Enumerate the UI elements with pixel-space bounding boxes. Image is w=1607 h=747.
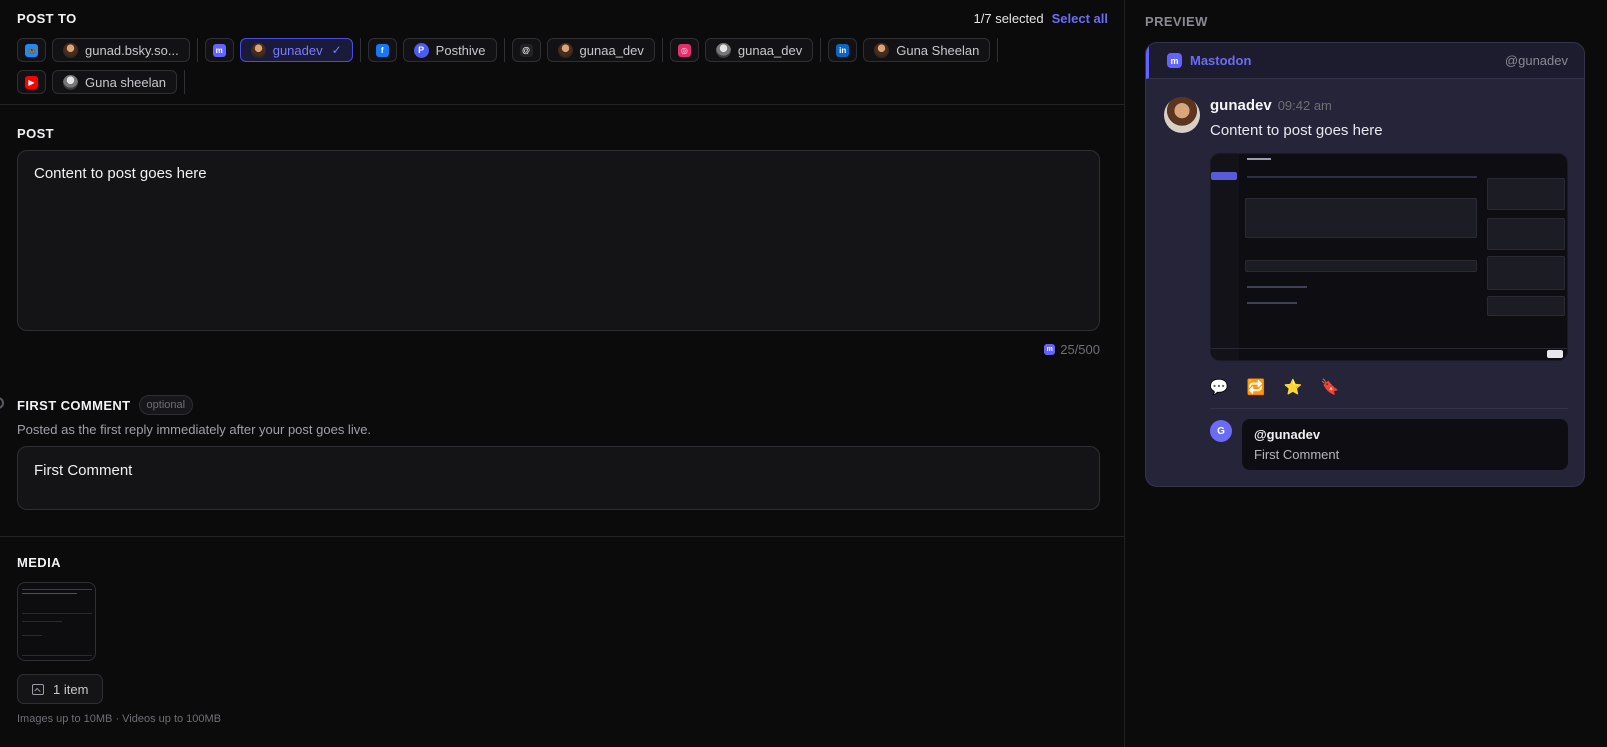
account-chip-youtube[interactable]: Guna sheelan [52, 70, 177, 94]
avatar [715, 42, 731, 58]
account-chips: 🦋 gunad.bsky.so... m gunadev ✓ f P Posthive @ gun… [17, 38, 1108, 94]
bluesky-icon[interactable]: 🦋 [17, 38, 46, 62]
account-chip-facebook[interactable]: P Posthive [402, 38, 497, 62]
account-chip-label: gunadev [272, 42, 323, 58]
avatar: P [413, 42, 429, 58]
first-comment-input[interactable]: First Comment [17, 446, 1100, 510]
first-comment-title: FIRST COMMENT [17, 397, 131, 413]
char-counter: m 25/500 [17, 342, 1100, 357]
facebook-icon[interactable]: f [367, 38, 397, 62]
divider [1210, 408, 1568, 409]
selected-count: 1/7 selected [973, 10, 1044, 26]
preview-panel: PREVIEW m Mastodon @gunadev gunadev 09:42… [1125, 0, 1607, 747]
account-group-mastodon: m gunadev ✓ [204, 38, 361, 62]
reply-text: First Comment [1254, 447, 1340, 462]
media-title: MEDIA [17, 555, 61, 570]
account-group-bluesky: 🦋 gunad.bsky.so... [17, 38, 198, 62]
account-chip-label: gunad.bsky.so... [85, 42, 179, 58]
avatar [1164, 97, 1200, 133]
media-items-label: 1 item [53, 681, 89, 697]
avatar [250, 42, 266, 58]
preview-card-header: m Mastodon @gunadev [1146, 43, 1584, 79]
check-icon: ✓ [331, 43, 342, 57]
media-section: MEDIA 1 item Images up to 10MB · Videos … [0, 537, 1124, 725]
preview-actions: 💬 🔁 ⭐ 🔖 [1210, 377, 1568, 397]
post-content-input[interactable]: Content to post goes here [17, 150, 1100, 331]
preview-time: 09:42 am [1277, 98, 1332, 113]
account-chip-label: Posthive [435, 42, 486, 58]
avatar [874, 42, 890, 58]
preview-text: Content to post goes here [1210, 122, 1383, 139]
media-limits: Images up to 10MB · Videos up to 100MB [17, 713, 222, 725]
optional-badge: optional [138, 395, 194, 415]
star-icon[interactable]: ⭐ [1284, 378, 1303, 396]
preview-handle: @gunadev [1504, 53, 1568, 68]
account-chip-instagram[interactable]: gunaa_dev [704, 38, 814, 62]
composer-panel: POST TO 1/7 selected Select all 🦋 gunad.b… [0, 0, 1125, 747]
mastodon-icon[interactable]: m [204, 38, 234, 62]
reply-handle: @gunadev [1254, 427, 1321, 442]
collapse-handle-icon[interactable] [0, 397, 4, 409]
post-to-title: POST TO [17, 10, 77, 26]
account-chip-linkedin[interactable]: Guna Sheelan [863, 38, 991, 62]
avatar [557, 42, 573, 58]
app-window: POST TO 1/7 selected Select all 🦋 gunad.b… [0, 0, 1607, 747]
bookmark-icon[interactable]: 🔖 [1321, 378, 1340, 396]
preview-card: m Mastodon @gunadev gunadev 09:42 am Cont… [1145, 42, 1585, 487]
account-chip-threads[interactable]: gunaa_dev [546, 38, 655, 62]
post-section: POST Content to post goes here m 25/500 [0, 105, 1124, 357]
linkedin-icon[interactable]: in [828, 38, 858, 62]
account-chip-label: Guna Sheelan [896, 42, 980, 58]
threads-icon[interactable]: @ [511, 38, 541, 62]
account-group-threads: @ gunaa_dev [511, 38, 663, 62]
preview-media-image [1210, 153, 1568, 361]
account-chip-label: gunaa_dev [579, 42, 644, 58]
preview-username: gunadev [1210, 97, 1272, 114]
mastodon-icon: m [1044, 344, 1056, 355]
account-group-linkedin: in Guna Sheelan [828, 38, 999, 62]
preview-reply: G @gunadev First Comment [1210, 419, 1568, 470]
select-all-button[interactable]: Select all [1052, 11, 1108, 26]
post-title: POST [17, 126, 54, 141]
avatar [63, 74, 78, 90]
boost-icon[interactable]: 🔁 [1247, 378, 1266, 396]
mastodon-icon: m [1167, 53, 1182, 68]
first-comment-subtitle: Posted as the first reply immediately af… [17, 422, 372, 437]
account-chip-bluesky[interactable]: gunad.bsky.so... [52, 38, 190, 62]
youtube-icon[interactable]: ▶ [17, 70, 46, 94]
post-to-section: POST TO 1/7 selected Select all 🦋 gunad.b… [0, 0, 1124, 105]
account-group-facebook: f P Posthive [367, 38, 505, 62]
account-chip-mastodon[interactable]: gunadev ✓ [239, 38, 353, 62]
image-icon [32, 683, 44, 695]
account-group-instagram: ◎ gunaa_dev [669, 38, 822, 62]
preview-network-name: Mastodon [1190, 53, 1252, 68]
char-count: 25/500 [1060, 342, 1100, 357]
account-chip-label: Guna sheelan [85, 74, 166, 90]
account-chip-label: gunaa_dev [737, 42, 803, 58]
avatar [63, 42, 78, 58]
media-thumbnail[interactable] [17, 582, 96, 661]
account-group-youtube: ▶ Guna sheelan [17, 70, 185, 94]
preview-title: PREVIEW [1145, 14, 1208, 29]
avatar: G [1210, 420, 1232, 442]
instagram-icon[interactable]: ◎ [669, 38, 699, 62]
media-items-button[interactable]: 1 item [17, 674, 104, 704]
first-comment-section: FIRST COMMENT optional Posted as the fir… [0, 357, 1124, 537]
reply-icon[interactable]: 💬 [1210, 378, 1229, 396]
